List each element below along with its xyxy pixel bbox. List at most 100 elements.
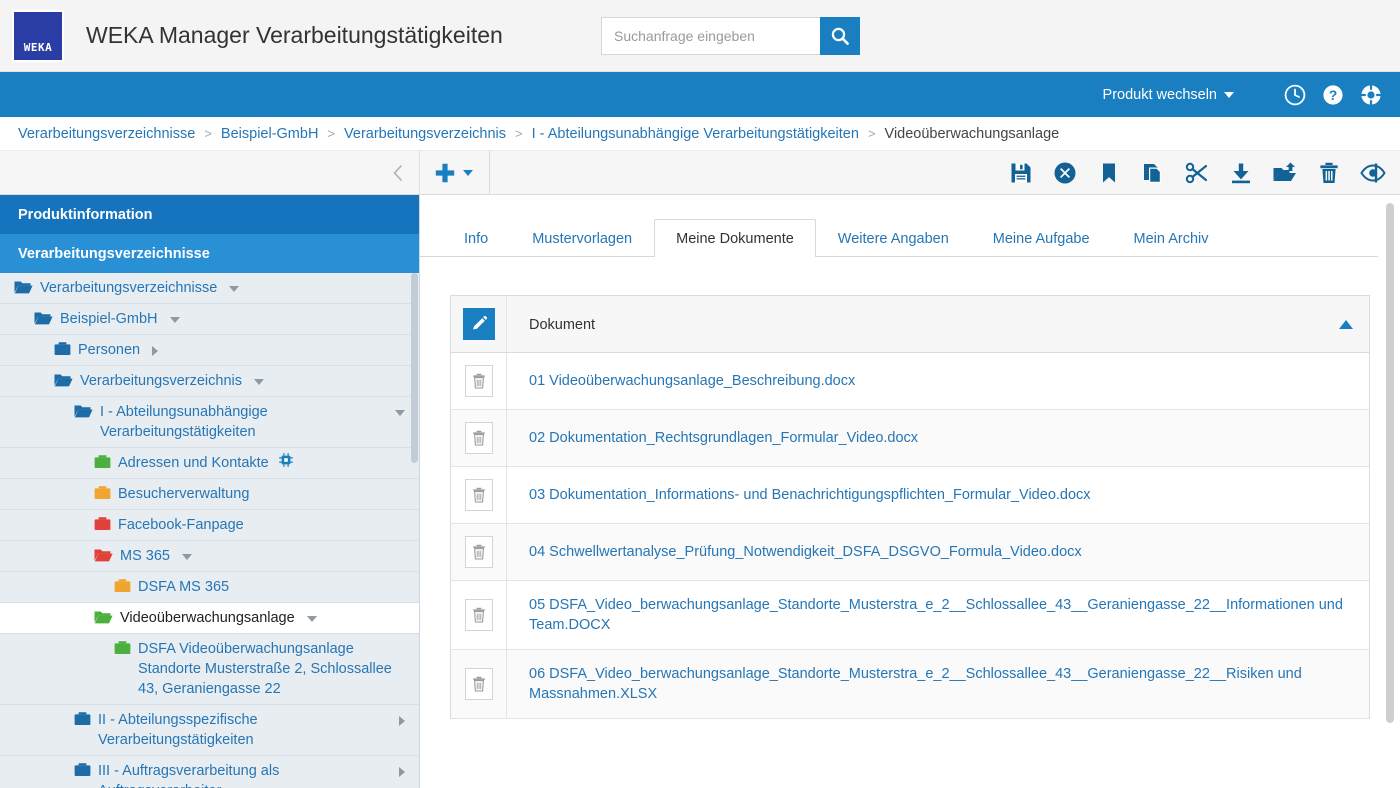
breadcrumb-item-4: Videoüberwachungsanlage: [884, 125, 1060, 142]
sidebar-item-7[interactable]: Facebook-Fanpage: [0, 510, 419, 541]
chevron-right-icon[interactable]: [399, 716, 405, 726]
search-button[interactable]: [820, 16, 860, 55]
breadcrumb-item-0[interactable]: Verarbeitungsverzeichnisse: [18, 126, 195, 142]
bookmark-icon[interactable]: [1096, 161, 1122, 185]
weka-logo: WEKA: [12, 9, 64, 62]
chevron-down-icon[interactable]: [181, 554, 192, 560]
table-row[interactable]: 04 Schwellwertanalyse_Prüfung_Notwendigk…: [451, 524, 1369, 581]
row-action-cell: [451, 467, 507, 523]
tab-mein-archiv[interactable]: Mein Archiv: [1112, 219, 1231, 257]
delete-trash-icon[interactable]: [464, 599, 493, 631]
tab-info[interactable]: Info: [442, 219, 510, 257]
row-action-cell: [451, 410, 507, 466]
delete-trash-icon[interactable]: [464, 668, 493, 700]
delete-trash-icon[interactable]: [464, 365, 493, 397]
document-cell: 05 DSFA_Video_berwachungsanlage_Standort…: [507, 581, 1369, 649]
document-link[interactable]: 06 DSFA_Video_berwachungsanlage_Standort…: [529, 664, 1353, 704]
product-switch-button[interactable]: Produkt wechseln: [1103, 87, 1234, 103]
sidebar-item-5[interactable]: Adressen und Kontakte: [0, 448, 419, 479]
delete-trash-icon[interactable]: [464, 536, 493, 568]
sort-ascending-icon[interactable]: [1339, 320, 1353, 329]
settings-gear-icon[interactable]: [1360, 84, 1382, 106]
tab-meine-aufgabe[interactable]: Meine Aufgabe: [971, 219, 1112, 257]
document-link[interactable]: 04 Schwellwertanalyse_Prüfung_Notwendigk…: [529, 542, 1082, 562]
table-header-row: Dokument: [451, 296, 1369, 353]
sidebar-item-12[interactable]: II - Abteilungsspezifische Verarbeitungs…: [0, 705, 419, 756]
history-clock-icon[interactable]: [1284, 84, 1306, 106]
sidebar-item-0[interactable]: Verarbeitungsverzeichnisse: [0, 273, 419, 304]
table-row[interactable]: 06 DSFA_Video_berwachungsanlage_Standort…: [451, 650, 1369, 719]
sidebar-item-label: Besucherverwaltung: [118, 486, 250, 502]
download-icon[interactable]: [1228, 161, 1254, 185]
chevron-right-icon[interactable]: [399, 767, 405, 777]
sidebar-item-13[interactable]: III - Auftragsverarbeitung als Auftragsv…: [0, 756, 419, 788]
table-row[interactable]: 03 Dokumentation_Informations- und Benac…: [451, 467, 1369, 524]
breadcrumb: Verarbeitungsverzeichnisse > Beispiel-Gm…: [0, 117, 1400, 151]
pencil-icon: [472, 315, 487, 330]
collapse-sidebar-button[interactable]: [0, 151, 420, 194]
table-row[interactable]: 02 Dokumentation_Rechtsgrundlagen_Formul…: [451, 410, 1369, 467]
tab-meine-dokumente[interactable]: Meine Dokumente: [654, 219, 816, 257]
sidebar-item-label: I - Abteilungsunabhängige Verarbeitungst…: [100, 404, 268, 440]
chevron-down-icon[interactable]: [169, 317, 180, 323]
chevron-down-icon[interactable]: [306, 616, 317, 622]
main-scrollbar[interactable]: [1386, 203, 1394, 723]
cancel-circle-icon[interactable]: [1052, 161, 1078, 185]
document-link[interactable]: 03 Dokumentation_Informations- und Benac…: [529, 485, 1091, 505]
sidebar-item-11[interactable]: DSFA Videoüberwachungsanlage Standorte M…: [0, 634, 419, 705]
tab-weitere-angaben[interactable]: Weitere Angaben: [816, 219, 971, 257]
chip-gear-icon[interactable]: [278, 453, 293, 467]
breadcrumb-separator: >: [515, 126, 523, 141]
chevron-down-icon[interactable]: [395, 410, 405, 416]
app-header: WEKA WEKA Manager Verarbeitungstätigkeit…: [0, 0, 1400, 72]
document-link[interactable]: 05 DSFA_Video_berwachungsanlage_Standort…: [529, 595, 1353, 635]
upload-folder-icon[interactable]: [1272, 161, 1298, 185]
document-link[interactable]: 02 Dokumentation_Rechtsgrundlagen_Formul…: [529, 428, 918, 448]
chevron-down-icon[interactable]: [229, 286, 240, 292]
document-link[interactable]: 01 Videoüberwachungsanlage_Beschreibung.…: [529, 371, 855, 391]
document-cell: 02 Dokumentation_Rechtsgrundlagen_Formul…: [507, 410, 1369, 466]
help-question-icon[interactable]: ?: [1322, 84, 1344, 106]
sidebar-scrollbar[interactable]: [411, 273, 418, 463]
delete-trash-icon[interactable]: [464, 422, 493, 454]
save-icon[interactable]: [1008, 161, 1034, 185]
table-header-action-cell: [451, 296, 507, 352]
sidebar-item-4[interactable]: I - Abteilungsunabhängige Verarbeitungst…: [0, 397, 419, 448]
breadcrumb-item-1[interactable]: Beispiel-GmbH: [221, 126, 319, 142]
row-action-cell: [451, 581, 507, 649]
sidebar-item-1[interactable]: Beispiel-GmbH: [0, 304, 419, 335]
chevron-right-icon[interactable]: [152, 346, 159, 356]
delete-trash-icon[interactable]: [464, 479, 493, 511]
table-row[interactable]: 01 Videoüberwachungsanlage_Beschreibung.…: [451, 353, 1369, 410]
cut-scissors-icon[interactable]: [1184, 161, 1210, 185]
sidebar-item-6[interactable]: Besucherverwaltung: [0, 479, 419, 510]
sidebar-item-9[interactable]: DSFA MS 365: [0, 572, 419, 603]
add-button[interactable]: [420, 151, 490, 194]
sidebar-header-produktinformation[interactable]: Produktinformation: [0, 195, 419, 234]
folder-open-blue-icon: [74, 402, 93, 419]
sidebar-header-verarbeitungsverzeichnisse[interactable]: Verarbeitungsverzeichnisse: [0, 234, 419, 273]
documents-table: Dokument 01 Videoüberwachungsanlage_Besc…: [450, 295, 1370, 719]
folder-closed-green-icon: [114, 639, 131, 656]
eye-slash-icon[interactable]: [1360, 161, 1386, 185]
breadcrumb-item-2[interactable]: Verarbeitungsverzeichnis: [344, 126, 506, 142]
table-column-header[interactable]: Dokument: [507, 296, 1369, 352]
sidebar-item-8[interactable]: MS 365: [0, 541, 419, 572]
main-panel: Info Mustervorlagen Meine Dokumente Weitere…: [420, 195, 1400, 788]
table-row[interactable]: 05 DSFA_Video_berwachungsanlage_Standort…: [451, 581, 1369, 650]
chevron-down-icon[interactable]: [254, 379, 265, 385]
tab-bar: Info Mustervorlagen Meine Dokumente Weitere…: [420, 195, 1378, 257]
search-icon: [831, 27, 849, 45]
sidebar-item-2[interactable]: Personen: [0, 335, 419, 366]
sidebar-item-3[interactable]: Verarbeitungsverzeichnis: [0, 366, 419, 397]
sidebar-item-10[interactable]: Videoüberwachungsanlage: [0, 603, 419, 634]
search-input[interactable]: [601, 16, 820, 55]
copy-icon[interactable]: [1140, 161, 1166, 185]
sidebar-item-label: Personen: [78, 342, 141, 358]
edit-button[interactable]: [462, 308, 495, 340]
row-action-cell: [451, 353, 507, 409]
sidebar-item-label: III - Auftragsverarbeitung als Auftragsv…: [98, 763, 280, 788]
tab-mustervorlagen[interactable]: Mustervorlagen: [510, 219, 654, 257]
breadcrumb-item-3[interactable]: I - Abteilungsunabhängige Verarbeitungst…: [532, 126, 859, 142]
delete-trash-icon[interactable]: [1316, 161, 1342, 185]
